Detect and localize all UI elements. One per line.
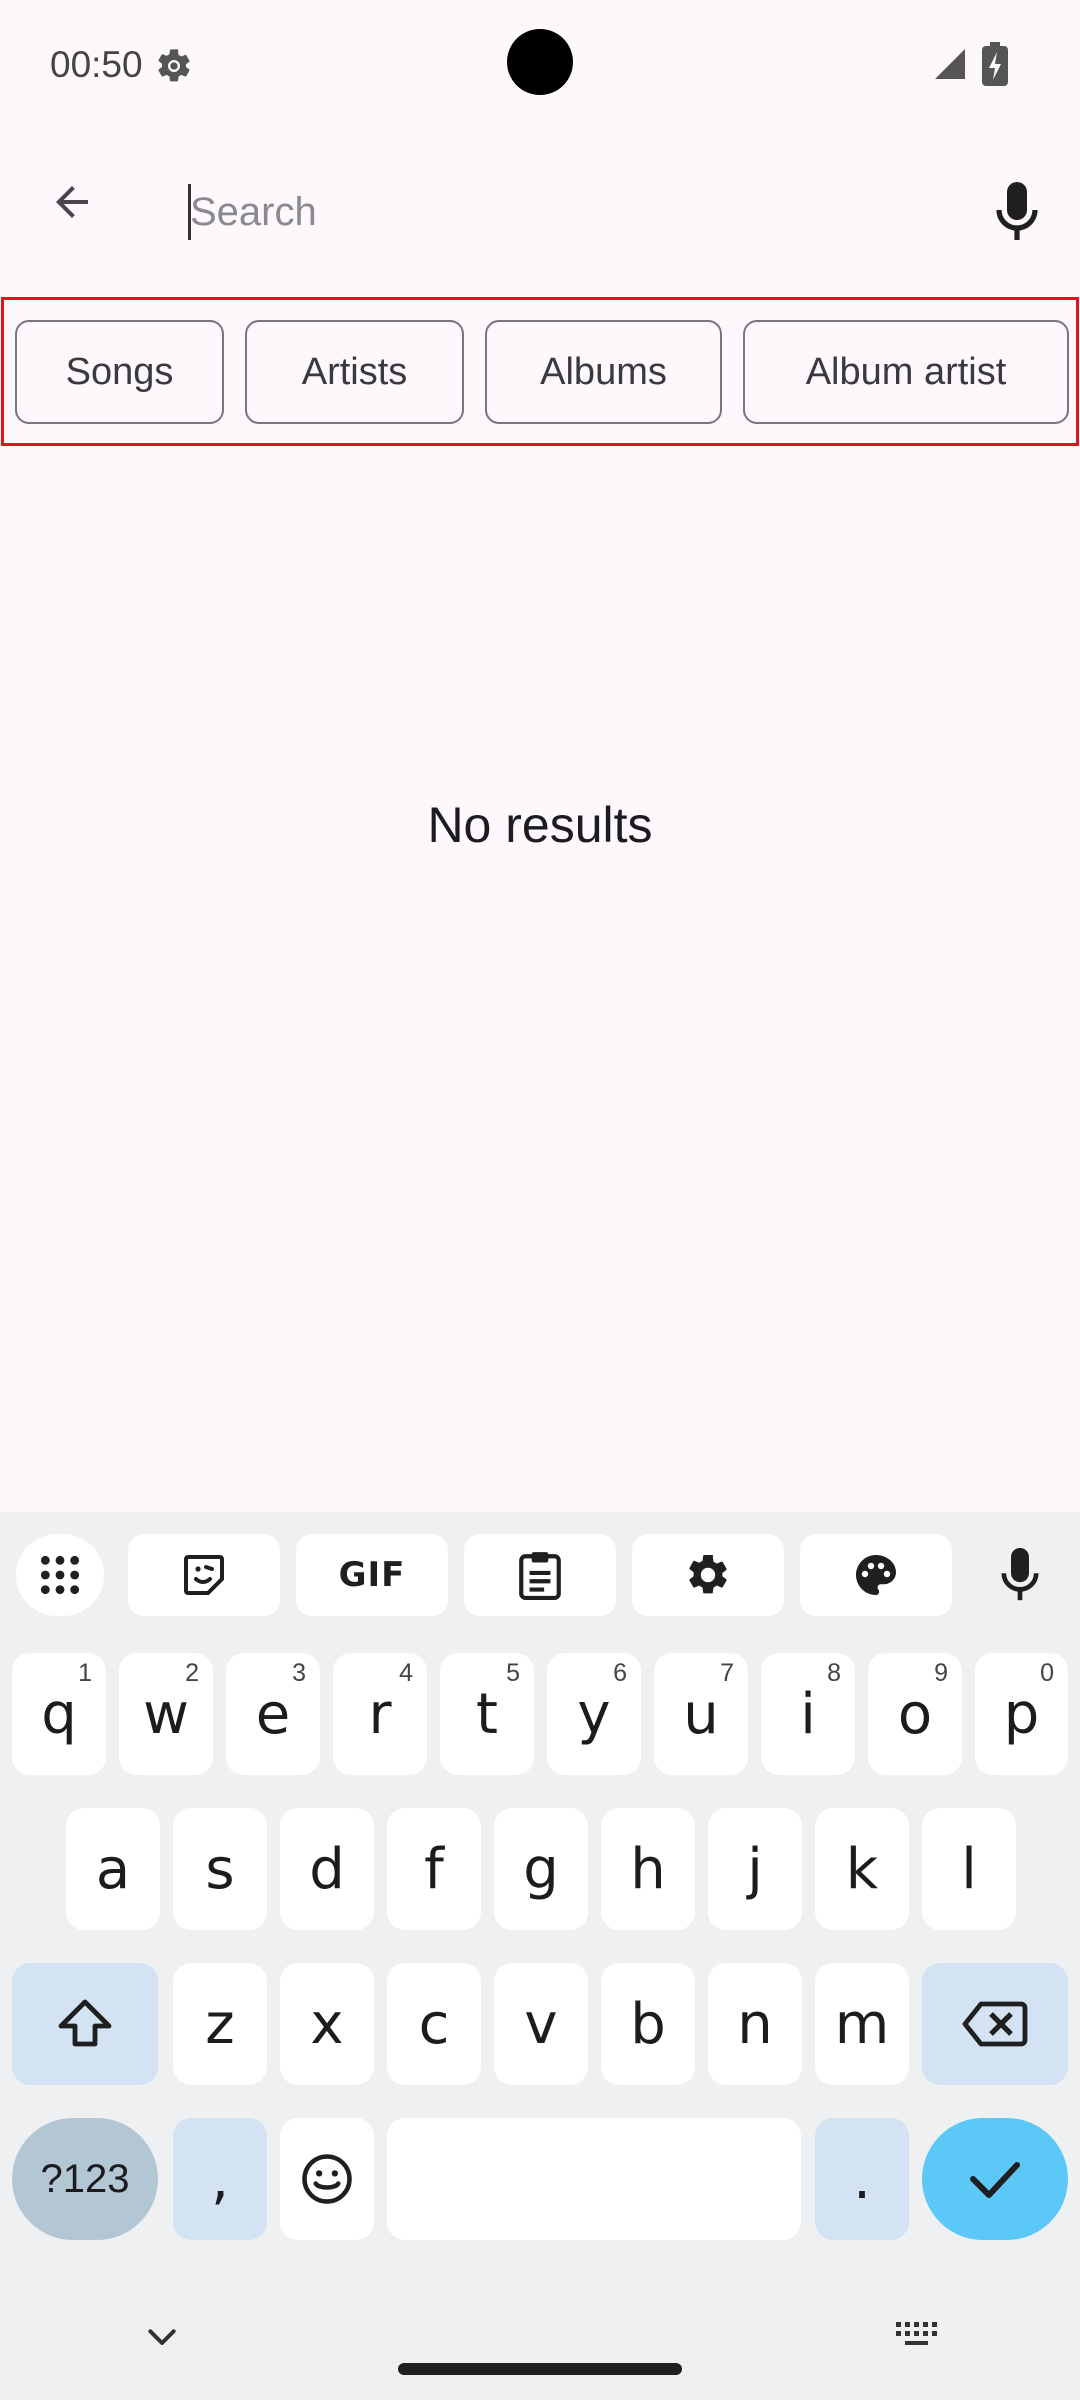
key-o[interactable]: o9	[868, 1653, 962, 1775]
key-label: u	[683, 1681, 719, 1747]
shift-key[interactable]	[12, 1963, 158, 2085]
sticker-icon	[184, 1555, 224, 1595]
filter-chip-row: Songs Artists Albums Album artist	[1, 297, 1079, 446]
period-key[interactable]: .	[815, 2118, 909, 2240]
emoji-icon	[302, 2154, 352, 2204]
key-label: o	[897, 1681, 933, 1747]
key-t[interactable]: t5	[440, 1653, 534, 1775]
microphone-icon	[996, 182, 1038, 240]
check-icon	[970, 2162, 1020, 2198]
key-hint: 1	[78, 1659, 92, 1687]
arrow-back-icon	[56, 186, 88, 218]
key-hint: 9	[934, 1659, 948, 1687]
key-a[interactable]: a	[66, 1808, 160, 1930]
key-label: i	[800, 1681, 816, 1747]
key-p[interactable]: p0	[975, 1653, 1068, 1775]
key-hint: 8	[827, 1659, 841, 1687]
key-r[interactable]: r4	[333, 1653, 427, 1775]
settings-icon	[689, 1554, 727, 1594]
back-button[interactable]	[40, 170, 104, 234]
symbols-key[interactable]: ?123	[12, 2118, 158, 2240]
key-n[interactable]: n	[708, 1963, 802, 2085]
sticker-button[interactable]	[128, 1534, 280, 1616]
key-label: p	[1003, 1681, 1040, 1747]
key-hint: 6	[613, 1659, 627, 1687]
backspace-icon	[962, 2001, 1028, 2047]
key-m[interactable]: m	[815, 1963, 909, 2085]
key-hint: 0	[1040, 1659, 1054, 1687]
battery-charging-icon	[982, 42, 1008, 86]
keyboard-apps-button[interactable]	[16, 1534, 104, 1616]
backspace-key[interactable]	[922, 1963, 1068, 2085]
key-i[interactable]: i8	[761, 1653, 855, 1775]
key-label: y	[577, 1681, 611, 1747]
key-y[interactable]: y6	[547, 1653, 641, 1775]
key-e[interactable]: e3	[226, 1653, 320, 1775]
key-g[interactable]: g	[494, 1808, 588, 1930]
status-bar: 00:50	[0, 0, 1080, 130]
key-label: q	[41, 1681, 77, 1747]
status-time: 00:50	[50, 44, 143, 85]
chip-album-artist[interactable]: Album artist	[743, 320, 1069, 424]
key-f[interactable]: f	[387, 1808, 481, 1930]
key-v[interactable]: v	[494, 1963, 588, 2085]
enter-key[interactable]	[922, 2118, 1068, 2240]
chevron-down-icon	[148, 2329, 176, 2345]
key-hint: 4	[399, 1659, 413, 1687]
keyboard-switch-button[interactable]	[894, 2320, 940, 2354]
key-d[interactable]: d	[280, 1808, 374, 1930]
empty-state-text: No results	[427, 797, 653, 853]
camera-cutout	[507, 29, 573, 95]
keyboard-icon	[896, 2322, 937, 2345]
gif-icon: GIF	[338, 1555, 406, 1595]
key-j[interactable]: j	[708, 1808, 802, 1930]
keyboard-settings-button[interactable]	[632, 1534, 784, 1616]
space-key[interactable]	[387, 2118, 801, 2240]
hide-keyboard-button[interactable]	[142, 2318, 182, 2358]
chip-artists[interactable]: Artists	[245, 320, 464, 424]
palette-icon	[856, 1555, 896, 1595]
key-label: r	[368, 1681, 392, 1747]
search-field[interactable]	[188, 172, 968, 252]
keyboard-voice-button[interactable]	[980, 1534, 1060, 1616]
key-hint: 3	[292, 1659, 306, 1687]
chip-albums[interactable]: Albums	[485, 320, 722, 424]
emoji-key[interactable]	[280, 2118, 374, 2240]
signal-icon	[932, 46, 968, 82]
apps-grid-icon	[40, 1555, 80, 1595]
key-u[interactable]: u7	[654, 1653, 748, 1775]
key-h[interactable]: h	[601, 1808, 695, 1930]
chip-songs[interactable]: Songs	[15, 320, 224, 424]
key-q[interactable]: q1	[12, 1653, 106, 1775]
clipboard-icon	[519, 1552, 561, 1600]
comma-key[interactable]: ,	[173, 2118, 267, 2240]
key-label: t	[476, 1681, 498, 1747]
home-indicator[interactable]	[398, 2363, 682, 2375]
shift-icon	[58, 1999, 112, 2047]
settings-gear-icon	[154, 46, 194, 86]
key-hint: 5	[506, 1659, 520, 1687]
key-hint: 2	[185, 1659, 199, 1687]
clipboard-button[interactable]	[464, 1534, 616, 1616]
key-l[interactable]: l	[922, 1808, 1016, 1930]
key-c[interactable]: c	[387, 1963, 481, 2085]
key-z[interactable]: z	[173, 1963, 267, 2085]
key-s[interactable]: s	[173, 1808, 267, 1930]
theme-button[interactable]	[800, 1534, 952, 1616]
soft-keyboard: GIF q1 w2 e3 r4 t5 y6 u7 i8 o9 p0 a s d …	[0, 1512, 1080, 2400]
key-label: e	[255, 1681, 291, 1747]
key-x[interactable]: x	[280, 1963, 374, 2085]
search-input[interactable]	[188, 172, 968, 252]
text-cursor	[188, 184, 191, 240]
key-label: w	[143, 1681, 189, 1747]
mic-icon	[1001, 1548, 1039, 1601]
key-b[interactable]: b	[601, 1963, 695, 2085]
voice-search-button[interactable]	[985, 176, 1049, 248]
key-hint: 7	[720, 1659, 734, 1687]
key-k[interactable]: k	[815, 1808, 909, 1930]
key-w[interactable]: w2	[119, 1653, 213, 1775]
gif-button[interactable]: GIF	[296, 1534, 448, 1616]
